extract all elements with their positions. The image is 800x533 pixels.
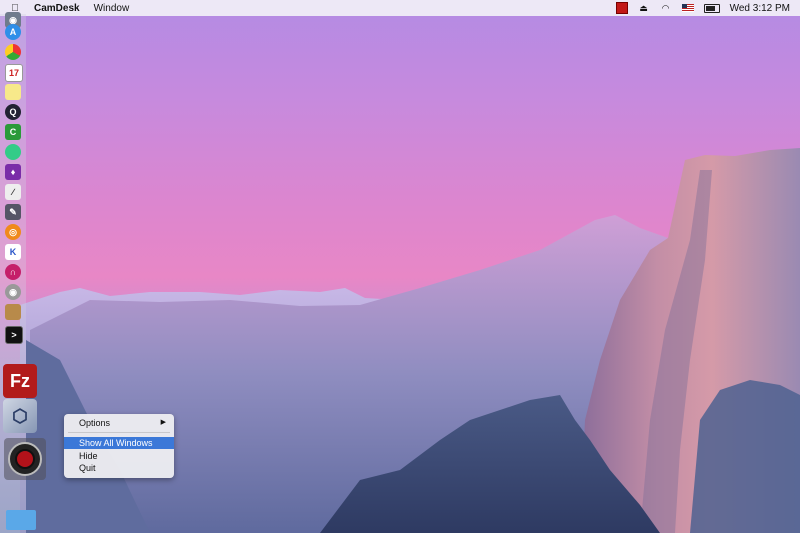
camdesk-lens [8, 442, 42, 476]
menu-item-hide[interactable]: Hide [64, 450, 174, 462]
calendar-icon[interactable]: 17 [5, 64, 23, 82]
menu-item-options[interactable]: Options ▶ [64, 417, 174, 429]
terminal-icon[interactable]: > [5, 326, 23, 344]
k-label: K [9, 247, 17, 257]
notes-icon[interactable] [5, 84, 21, 100]
desktop:  CamDesk Window ⏏ ◠ Wed 3:12 PM ◉ A 17 … [0, 0, 800, 533]
wifi-icon[interactable]: ◠ [660, 3, 672, 13]
upload-icon[interactable]: ⏏ [638, 3, 650, 13]
camtasia-icon[interactable]: C [5, 124, 21, 140]
menu-item-options-label: Options [79, 418, 111, 428]
paint-icon[interactable]: ♦ [5, 164, 21, 180]
menu-bar:  CamDesk Window ⏏ ◠ Wed 3:12 PM [0, 0, 800, 16]
menu-item-hide-label: Hide [79, 451, 98, 461]
menu-item-show-all-windows[interactable]: Show All Windows [64, 437, 174, 449]
menu-separator [68, 432, 170, 433]
record-dot-icon [15, 449, 35, 469]
calendar-day: 17 [8, 68, 19, 78]
menu-app-name[interactable]: CamDesk [34, 3, 80, 14]
input-source-flag-icon[interactable] [681, 4, 694, 12]
menu-clock[interactable]: Wed 3:12 PM [730, 3, 790, 14]
blender-icon[interactable]: ◎ [5, 224, 21, 240]
app-store-icon[interactable]: A [5, 24, 21, 40]
menu-item-quit-label: Quit [79, 463, 96, 473]
maps-icon[interactable] [5, 144, 21, 160]
filezilla-icon[interactable]: Fz [3, 364, 37, 398]
menu-window[interactable]: Window [94, 3, 130, 14]
folder-icon[interactable] [6, 510, 36, 530]
virtualbox-icon[interactable]: ⬡ [3, 399, 37, 433]
camdesk-icon[interactable] [4, 438, 46, 480]
photo-icon[interactable]: ✎ [5, 204, 21, 220]
battery-icon[interactable] [703, 3, 720, 13]
menu-item-show-all-windows-label: Show All Windows [79, 438, 153, 448]
menu-item-quit[interactable]: Quit [64, 462, 174, 474]
headphones-icon[interactable]: ∩ [5, 264, 21, 280]
grapher-icon[interactable]: ∕ [5, 184, 21, 200]
dock-context-menu: Options ▶ Show All Windows Hide Quit [64, 414, 174, 478]
menu-extras: ⏏ ◠ Wed 3:12 PM [615, 0, 790, 16]
chrome-icon[interactable] [5, 44, 21, 60]
filezilla-label: Fz [10, 370, 30, 391]
dock: ◉ A 17 Q C ♦ ∕ ✎ ◎ K ∩ ◉ > Fz ⬡ [0, 12, 46, 533]
submenu-arrow-icon: ▶ [160, 419, 166, 426]
quicktime-icon[interactable]: Q [5, 104, 21, 120]
disk-utility-icon[interactable]: ◉ [5, 284, 21, 300]
record-status-icon[interactable] [615, 2, 628, 14]
k-icon[interactable]: K [5, 244, 21, 260]
stamp-icon[interactable] [5, 304, 21, 320]
